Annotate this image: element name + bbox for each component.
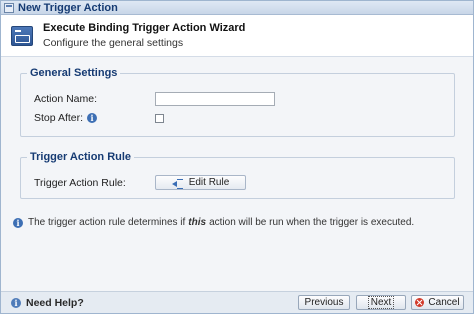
stop-after-checkbox[interactable] (155, 113, 164, 123)
previous-button[interactable]: Previous (298, 295, 350, 310)
note-text-before: The trigger action rule determines if (28, 217, 186, 228)
cancel-icon (415, 298, 425, 307)
note-text-after: action will be run when the trigger is e… (209, 217, 415, 228)
general-settings-legend: General Settings (30, 67, 118, 79)
window-icon (4, 2, 14, 13)
cancel-button[interactable]: Cancel (411, 295, 464, 310)
next-button[interactable]: Next (356, 295, 406, 310)
wizard-footer: i Need Help? Previous Next Cancel (1, 291, 473, 313)
info-icon[interactable]: i (87, 113, 98, 123)
action-name-input[interactable] (155, 92, 275, 106)
wizard-icon (11, 25, 33, 46)
edit-rule-label: Edit Rule (188, 177, 230, 188)
help-icon: i (11, 297, 21, 308)
rule-icon (171, 178, 184, 189)
wizard-header: Execute Binding Trigger Action Wizard Co… (1, 15, 473, 57)
stop-after-label-wrap: Stop After: i (34, 112, 155, 124)
trigger-rule-row: Trigger Action Rule: Edit Rule (34, 175, 246, 190)
note-emphasis: this (188, 217, 207, 228)
header-text: Execute Binding Trigger Action Wizard Co… (43, 22, 245, 49)
previous-label: Previous (304, 297, 344, 308)
wizard-title: Execute Binding Trigger Action Wizard (43, 22, 246, 34)
need-help-link[interactable]: i Need Help? (11, 297, 84, 309)
wizard-subtitle: Configure the general settings (43, 37, 184, 49)
info-note: i The trigger action rule determines if … (13, 217, 414, 228)
wizard-content: General Settings Action Name: Stop After… (1, 57, 473, 291)
action-name-label: Action Name: (34, 93, 98, 105)
stop-after-label: Stop After: (34, 112, 84, 124)
trigger-action-rule-group: Trigger Action Rule Trigger Action Rule:… (20, 151, 455, 199)
stop-after-row: Stop After: i (34, 112, 164, 124)
title-bar: New Trigger Action (1, 1, 473, 15)
cancel-label: Cancel (428, 297, 460, 308)
action-name-row: Action Name: (34, 92, 275, 106)
next-label: Next (367, 296, 395, 309)
trigger-rule-label: Trigger Action Rule: (34, 176, 126, 189)
need-help-label: Need Help? (26, 296, 84, 309)
window-title: New Trigger Action (18, 1, 118, 14)
general-settings-group: General Settings Action Name: Stop After… (20, 67, 455, 137)
edit-rule-button[interactable]: Edit Rule (155, 175, 246, 190)
wizard-window: New Trigger Action Execute Binding Trigg… (0, 0, 474, 314)
trigger-action-rule-legend: Trigger Action Rule (30, 151, 132, 163)
info-icon: i (13, 217, 23, 228)
